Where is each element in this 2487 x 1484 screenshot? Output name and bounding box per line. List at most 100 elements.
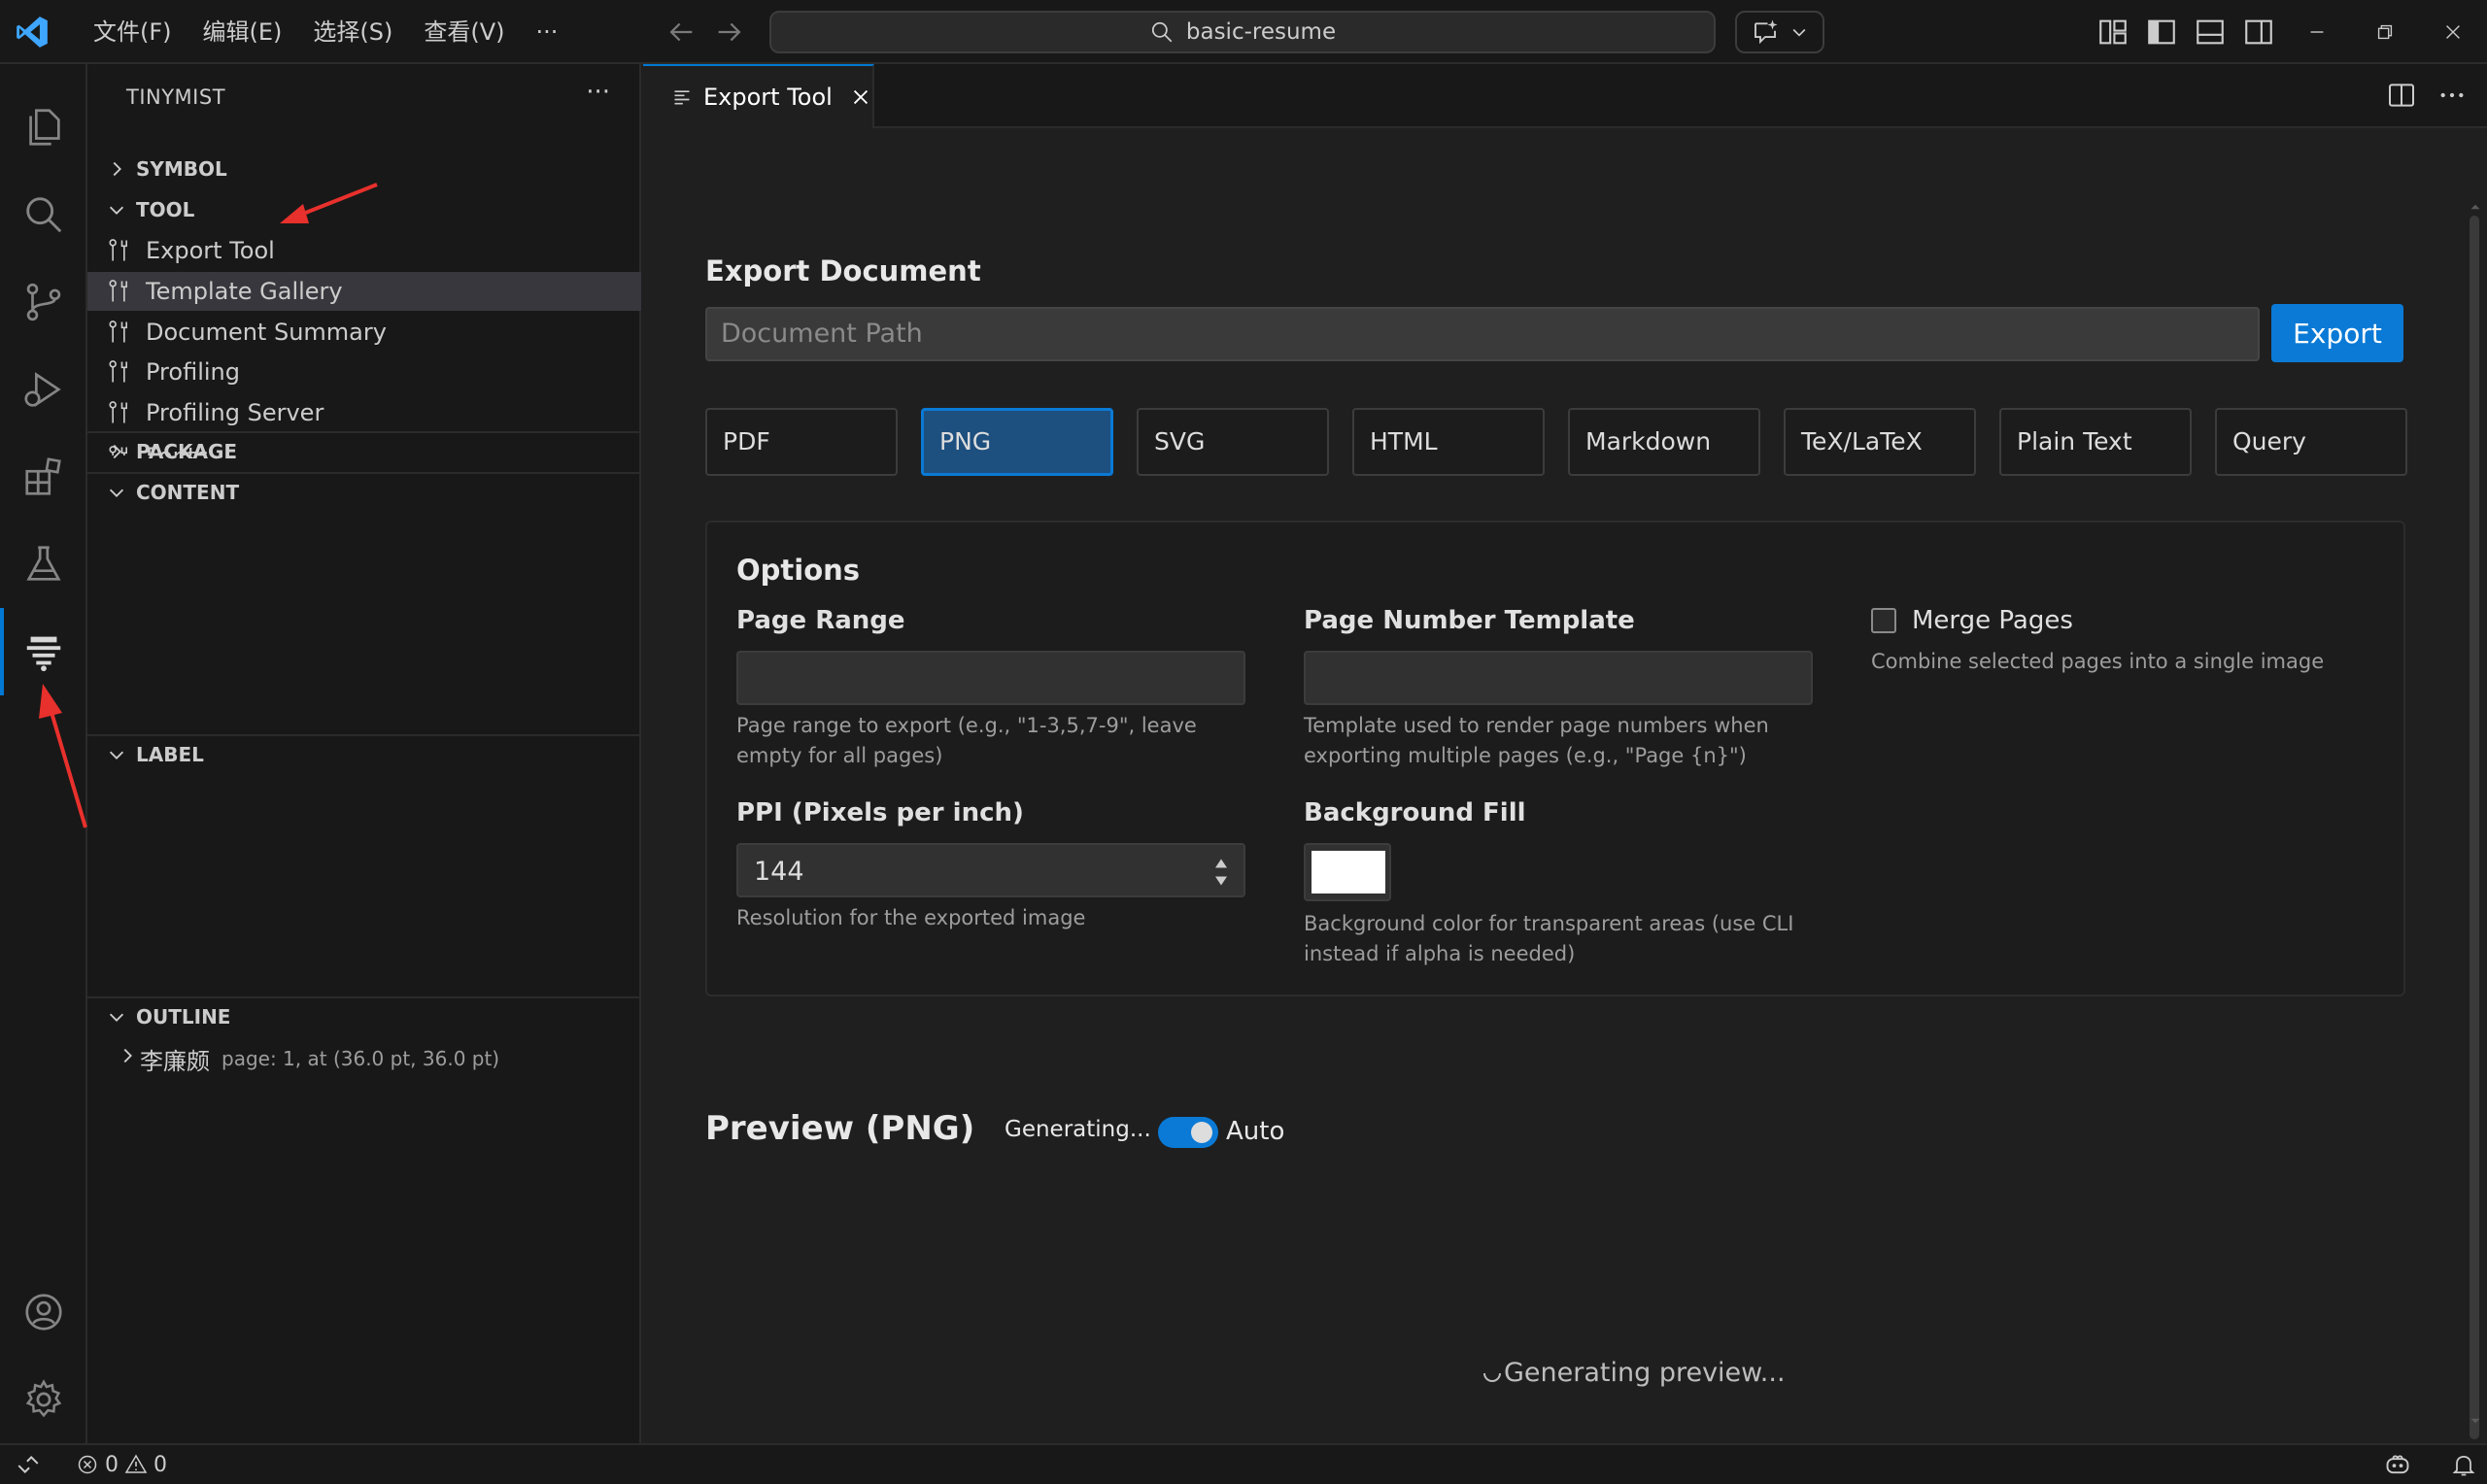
- page-range-label: Page Range: [736, 606, 905, 635]
- editor-scrollbar[interactable]: [2464, 128, 2487, 1443]
- section-symbol[interactable]: SYMBOL: [87, 150, 641, 188]
- extensions-button[interactable]: [0, 433, 87, 521]
- menu-selection[interactable]: 选择(S): [297, 11, 408, 53]
- back-arrow-icon[interactable]: [664, 16, 698, 49]
- section-tool[interactable]: TOOL: [87, 190, 641, 229]
- run-debug-button[interactable]: [0, 346, 87, 433]
- tool-item-export-tool[interactable]: Export Tool: [87, 231, 641, 270]
- format-pdf-button[interactable]: PDF: [705, 408, 898, 476]
- tab-label: Export Tool: [703, 84, 833, 111]
- spinner-arrows-icon[interactable]: [1212, 855, 1230, 890]
- format-png-button[interactable]: PNG: [921, 408, 1113, 476]
- close-window-button[interactable]: [2419, 0, 2487, 64]
- ppi-help: Resolution for the exported image: [736, 906, 1086, 929]
- accounts-button[interactable]: [0, 1268, 87, 1356]
- merge-pages-label[interactable]: Merge Pages: [1912, 606, 2073, 635]
- minimize-button[interactable]: [2283, 0, 2351, 64]
- outline-item[interactable]: 李廉颇 page: 1, at (36.0 pt, 36.0 pt): [87, 1039, 641, 1078]
- preview-status: Generating...: [1005, 1117, 1151, 1142]
- tool-item-label: Profiling Server: [146, 399, 324, 426]
- remote-indicator[interactable]: [0, 1445, 56, 1484]
- manage-button[interactable]: [0, 1356, 87, 1443]
- notifications-bell-icon[interactable]: [2450, 1451, 2477, 1478]
- menu-more[interactable]: ···: [521, 11, 574, 53]
- tab-export-tool[interactable]: Export Tool: [643, 64, 874, 128]
- sidebar-more-button[interactable]: ···: [586, 78, 610, 107]
- tab-strip: Export Tool: [643, 64, 2487, 128]
- scroll-down-icon[interactable]: [2467, 1412, 2484, 1430]
- split-editor-icon[interactable]: [2386, 80, 2417, 111]
- section-tool-label: TOOL: [136, 198, 195, 221]
- files-icon: [29, 109, 60, 146]
- merge-pages-checkbox[interactable]: [1871, 608, 1896, 633]
- source-control-button[interactable]: [0, 258, 87, 346]
- merge-pages-help: Combine selected pages into a single ima…: [1871, 650, 2325, 673]
- menu-view[interactable]: 查看(V): [408, 11, 520, 53]
- format-html-button[interactable]: HTML: [1352, 408, 1545, 476]
- page-number-template-input[interactable]: [1304, 651, 1813, 705]
- problems-indicator[interactable]: 0 0: [76, 1445, 167, 1484]
- search-icon: [1151, 21, 1173, 43]
- document-path-input[interactable]: Document Path: [705, 307, 2260, 361]
- page-range-input[interactable]: [736, 651, 1245, 705]
- command-center-search[interactable]: basic-resume: [769, 11, 1716, 53]
- page-range-help: Page range to export (e.g., "1-3,5,7-9",…: [736, 714, 1197, 767]
- toggle-primary-sidebar-icon[interactable]: [2145, 16, 2178, 49]
- section-package-label: PACKAGE: [136, 440, 238, 463]
- search-text: basic-resume: [1185, 19, 1337, 45]
- section-label[interactable]: LABEL: [87, 734, 641, 773]
- tool-item-label: Document Summary: [146, 319, 387, 346]
- ppi-label: PPI (Pixels per inch): [736, 798, 1024, 827]
- format-tex-button[interactable]: TeX/LaTeX: [1784, 408, 1976, 476]
- background-fill-swatch: [1312, 851, 1385, 894]
- scroll-up-icon[interactable]: [2467, 198, 2484, 216]
- copilot-icon[interactable]: [2384, 1451, 2411, 1478]
- forward-arrow-icon[interactable]: [713, 16, 746, 49]
- format-plain-text-button[interactable]: Plain Text: [1999, 408, 2192, 476]
- background-fill-label: Background Fill: [1304, 798, 1526, 827]
- format-svg-button[interactable]: SVG: [1137, 408, 1329, 476]
- copilot-chat-button[interactable]: [1735, 11, 1824, 53]
- scrollbar-thumb[interactable]: [2470, 216, 2479, 1439]
- background-fill-color-picker[interactable]: [1304, 843, 1391, 901]
- chevron-down-icon: [1792, 28, 1806, 37]
- tools-icon: [109, 239, 127, 261]
- tool-item-document-summary[interactable]: Document Summary: [87, 313, 641, 352]
- menu-file[interactable]: 文件(F): [78, 11, 187, 53]
- chevron-down-icon: [109, 751, 124, 759]
- close-icon[interactable]: [850, 86, 871, 108]
- run-debug-icon: [24, 372, 61, 407]
- section-package[interactable]: PACKAGE: [87, 431, 641, 470]
- more-actions-icon[interactable]: [2436, 80, 2468, 111]
- tool-item-profiling[interactable]: Profiling: [87, 353, 641, 391]
- tinymist-sidebar: TINYMIST ··· SYMBOL TOOL Export Tool Tem…: [87, 64, 641, 1443]
- explorer-button[interactable]: [0, 84, 87, 171]
- tool-item-label: Export Tool: [146, 237, 275, 264]
- beaker-icon: [26, 546, 61, 581]
- tinymist-button[interactable]: [0, 608, 87, 695]
- generating-preview-message: Generating preview...: [1481, 1358, 1786, 1388]
- outline-item-label: 李廉颇: [140, 1047, 210, 1075]
- ppi-input[interactable]: 144: [736, 843, 1245, 897]
- tools-icon: [109, 320, 127, 343]
- menu-edit[interactable]: 编辑(E): [187, 11, 298, 53]
- export-button[interactable]: Export: [2271, 304, 2403, 362]
- restore-button[interactable]: [2351, 0, 2419, 64]
- tool-item-template-gallery[interactable]: Template Gallery: [87, 272, 641, 311]
- toggle-panel-icon[interactable]: [2194, 16, 2227, 49]
- customize-layout-icon[interactable]: [2096, 16, 2129, 49]
- section-content[interactable]: CONTENT: [87, 472, 641, 511]
- extensions-icon: [25, 457, 61, 495]
- tools-icon: [109, 280, 127, 302]
- tool-item-profiling-server[interactable]: Profiling Server: [87, 393, 641, 432]
- format-query-button[interactable]: Query: [2215, 408, 2407, 476]
- format-markdown-button[interactable]: Markdown: [1568, 408, 1760, 476]
- activity-bar: [0, 64, 87, 1443]
- auto-preview-toggle[interactable]: [1158, 1117, 1218, 1148]
- section-outline[interactable]: OUTLINE: [87, 996, 641, 1035]
- testing-button[interactable]: [0, 521, 87, 608]
- search-view-button[interactable]: [0, 171, 87, 258]
- warning-count: 0: [153, 1452, 167, 1477]
- toggle-secondary-sidebar-icon[interactable]: [2242, 16, 2275, 49]
- close-icon: [2446, 25, 2460, 39]
